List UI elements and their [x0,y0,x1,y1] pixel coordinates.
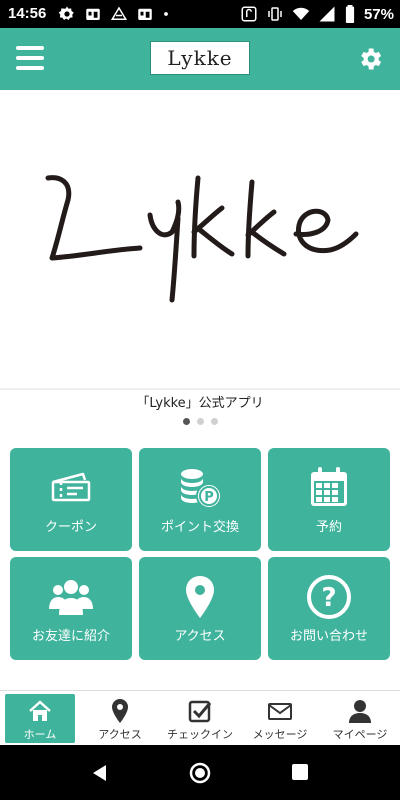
slide-dot-3[interactable] [210,418,218,425]
nfc-icon [241,6,257,22]
settings-gear-icon[interactable] [356,45,384,73]
home-icon [29,700,51,721]
nav-label: メッセージ [252,728,308,741]
banner-caption: 「Lykke」公式アプリ [136,396,264,411]
ticket-icon [51,472,91,502]
status-time: 14:56 [8,5,47,22]
nav-label: チェックイン [167,728,233,741]
slide-dot-2[interactable] [196,418,204,425]
slide-dot-1[interactable] [182,418,190,425]
tile-label: ポイント交換 [160,520,239,535]
bottom-navigation: ホーム アクセス チェックイン メッセージ マイページ [0,690,400,746]
access-tile[interactable]: アクセス [139,557,261,660]
coupon-tile[interactable]: クーポン [10,448,132,551]
nav-label: ホーム [23,728,57,741]
nav-label: マイページ [332,728,388,741]
recent-apps-icon[interactable] [292,764,308,780]
vibrate-icon [268,7,282,21]
nav-mypage[interactable]: マイページ [320,691,400,746]
system-navigation-bar [0,745,400,800]
tile-label: アクセス [174,629,226,644]
tile-label: お友達に紹介 [31,629,110,644]
drive-notification-icon [110,6,128,20]
nav-access[interactable]: アクセス [80,691,160,746]
map-pin-icon [112,699,128,723]
svg-text:?: ? [321,583,336,613]
tile-label: お問い合わせ [289,629,368,644]
more-notifications-dot-icon [164,12,168,16]
mail-icon [268,703,292,720]
menu-grid: クーポン P ポイント交換 予約 お友達に紹介 アクセス ? お問い合わせ [10,448,390,660]
tile-label: 予約 [315,520,342,535]
inquiry-tile[interactable]: ? お問い合わせ [268,557,390,660]
signal-icon [319,6,335,22]
store-notification-icon [86,8,100,20]
points-exchange-tile[interactable]: P ポイント交換 [139,448,261,551]
nav-checkin[interactable]: チェックイン [160,691,240,746]
nav-label: アクセス [98,728,142,741]
friends-icon [49,580,93,615]
home-button-icon[interactable] [188,761,212,785]
location-pin-icon [186,576,214,618]
header-logo: Lykke [150,41,250,75]
app-header: Lykke [0,28,400,90]
checkbox-icon [188,700,212,723]
nav-home[interactable]: ホーム [0,691,80,746]
battery-icon [345,5,355,23]
nav-message[interactable]: メッセージ [240,691,320,746]
tile-label: クーポン [44,520,97,535]
reservation-tile[interactable]: 予約 [268,448,390,551]
status-bar: 14:56 57% [0,0,400,28]
banner-slider[interactable] [0,90,400,390]
refer-friend-tile[interactable]: お友達に紹介 [10,557,132,660]
slide-indicator [0,418,400,425]
calendar-icon [311,467,347,506]
settings-notification-icon [58,6,74,20]
svg-text:P: P [204,490,214,505]
back-icon[interactable] [90,763,110,783]
store-notification-icon-2 [138,8,152,20]
points-coin-icon: P [181,469,222,509]
battery-percent: 57% [363,5,394,23]
question-icon: ? [307,575,351,619]
lykke-handwritten-logo [45,175,359,303]
user-icon [349,700,371,723]
wifi-icon [292,7,310,20]
hamburger-menu-icon[interactable] [16,46,44,72]
